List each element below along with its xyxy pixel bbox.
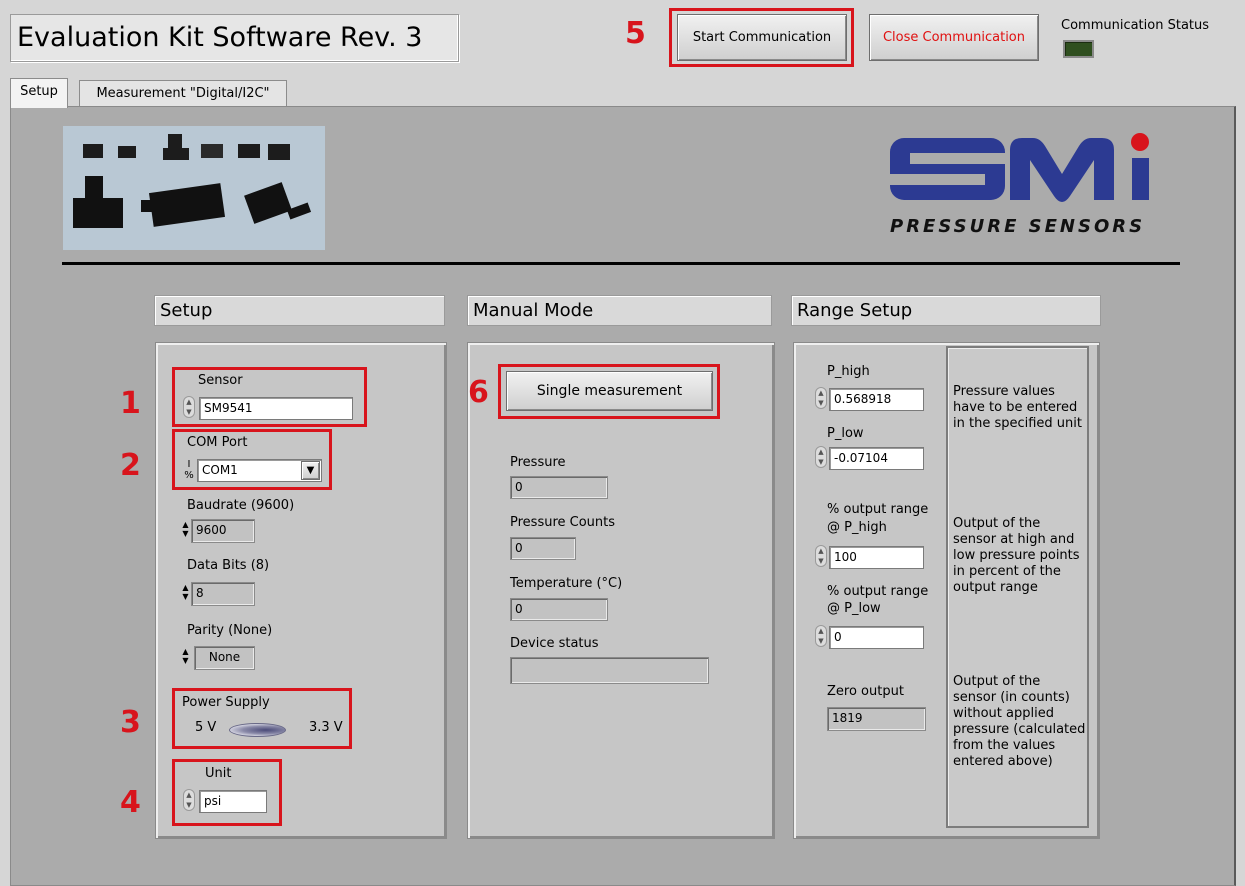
unit-field[interactable]: psi bbox=[199, 790, 267, 813]
communication-status-label: Communication Status bbox=[1061, 18, 1210, 33]
smi-logo-mark bbox=[890, 133, 1149, 202]
sensor-products-image bbox=[63, 126, 325, 250]
p-high-spinner[interactable]: ▲ ▼ bbox=[815, 387, 827, 409]
sensor-label: Sensor bbox=[198, 373, 243, 388]
sensor-field[interactable]: SM9541 bbox=[199, 397, 353, 420]
output-high-spinner[interactable]: ▲ ▼ bbox=[815, 545, 827, 567]
close-communication-button[interactable]: Close Communication bbox=[869, 14, 1039, 61]
baudrate-field: 9600 bbox=[191, 519, 255, 543]
single-measurement-button[interactable]: Single measurement bbox=[506, 371, 713, 411]
range-info-text-1: Pressure values have to be entered in th… bbox=[953, 384, 1082, 431]
power-supply-3-3v-label: 3.3 V bbox=[309, 720, 343, 735]
range-info-panel: Pressure values have to be entered in th… bbox=[946, 346, 1089, 828]
range-info-text-3: Output of the sensor (in counts) without… bbox=[953, 674, 1086, 769]
annotation-2: 2 bbox=[120, 448, 141, 483]
zero-output-label: Zero output bbox=[827, 684, 904, 699]
parity-field: None bbox=[194, 646, 255, 670]
range-setup-section-header: Range Setup bbox=[791, 295, 1101, 326]
output-low-spinner[interactable]: ▲ ▼ bbox=[815, 625, 827, 647]
p-low-spinner[interactable]: ▲ ▼ bbox=[815, 446, 827, 468]
output-high-label-2: @ P_high bbox=[827, 520, 887, 535]
parity-label: Parity (None) bbox=[187, 623, 273, 638]
device-status-value bbox=[510, 657, 709, 684]
com-port-browse-icon[interactable]: I% bbox=[183, 459, 195, 481]
divider-line bbox=[62, 262, 1180, 265]
annotation-4: 4 bbox=[120, 785, 141, 820]
output-high-label-1: % output range bbox=[827, 502, 929, 517]
pressure-label: Pressure bbox=[510, 455, 566, 470]
pressure-counts-label: Pressure Counts bbox=[510, 515, 616, 530]
tab-setup[interactable]: Setup bbox=[10, 78, 68, 108]
smi-logo: PRESSURE SENSORS bbox=[880, 126, 1180, 246]
data-bits-field: 8 bbox=[191, 582, 255, 606]
com-port-label: COM Port bbox=[187, 435, 248, 450]
unit-spinner[interactable]: ▲ ▼ bbox=[183, 789, 195, 811]
output-low-label-1: % output range bbox=[827, 584, 929, 599]
power-supply-toggle[interactable] bbox=[229, 723, 286, 737]
annotation-5: 5 bbox=[625, 16, 646, 51]
setup-section-header: Setup bbox=[154, 295, 445, 326]
p-low-label: P_low bbox=[827, 426, 864, 441]
data-bits-spinner: ▲ ▼ bbox=[182, 583, 189, 601]
baudrate-label: Baudrate (9600) bbox=[187, 498, 295, 513]
power-supply-label: Power Supply bbox=[182, 695, 270, 710]
manual-mode-section-header: Manual Mode bbox=[467, 295, 772, 326]
annotation-3: 3 bbox=[120, 705, 141, 740]
parity-spinner: ▲ ▼ bbox=[182, 647, 189, 665]
start-communication-button[interactable]: Start Communication bbox=[677, 14, 847, 61]
annotation-1: 1 bbox=[120, 386, 141, 421]
zero-output-value: 1819 bbox=[827, 707, 926, 731]
output-high-field[interactable]: 100 bbox=[829, 546, 924, 569]
p-low-field[interactable]: -0.07104 bbox=[829, 447, 924, 470]
app-title: Evaluation Kit Software Rev. 3 bbox=[10, 14, 459, 62]
annotation-6: 6 bbox=[468, 375, 489, 410]
smi-logo-tagline: PRESSURE SENSORS bbox=[890, 216, 1146, 237]
power-supply-5v-label: 5 V bbox=[195, 720, 217, 735]
temperature-value: 0 bbox=[510, 598, 608, 621]
p-high-field[interactable]: 0.568918 bbox=[829, 388, 924, 411]
baudrate-spinner: ▲ ▼ bbox=[182, 520, 189, 538]
com-port-value: COM1 bbox=[202, 463, 238, 477]
sensor-products-illustration bbox=[73, 134, 312, 228]
tab-measurement-digital-i2c[interactable]: Measurement "Digital/I2C" bbox=[79, 80, 287, 107]
device-status-label: Device status bbox=[510, 636, 599, 651]
pressure-counts-value: 0 bbox=[510, 537, 576, 560]
sensor-spinner[interactable]: ▲ ▼ bbox=[183, 396, 195, 418]
communication-status-led bbox=[1063, 40, 1094, 58]
p-high-label: P_high bbox=[827, 364, 870, 379]
output-low-label-2: @ P_low bbox=[827, 601, 881, 616]
data-bits-label: Data Bits (8) bbox=[187, 558, 270, 573]
unit-label: Unit bbox=[205, 766, 232, 781]
com-port-dropdown-icon[interactable]: ▼ bbox=[301, 461, 320, 480]
pressure-value: 0 bbox=[510, 476, 608, 499]
range-info-text-2: Output of the sensor at high and low pre… bbox=[953, 516, 1080, 595]
temperature-label: Temperature (°C) bbox=[510, 576, 623, 591]
output-low-field[interactable]: 0 bbox=[829, 626, 924, 649]
